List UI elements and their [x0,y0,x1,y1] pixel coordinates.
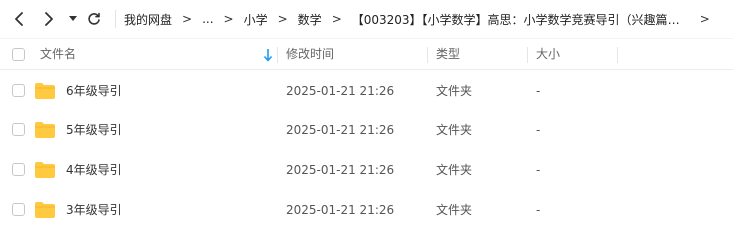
table-row[interactable]: 6年级导引 2025-01-21 21:26 文件夹 - [0,71,733,111]
breadcrumb-item-root[interactable]: 我的网盘 [124,11,172,28]
refresh-icon [88,12,100,25]
row-checkbox[interactable] [12,203,25,216]
table-row[interactable]: 4年级导引 2025-01-21 21:26 文件夹 - [0,150,733,190]
toolbar: 我的网盘 > ... > 小学 > 数学 > 【003203】【小学数学】高思：… [0,0,733,38]
folder-icon [35,202,55,218]
table-header: 文件名 修改时间 类型 大小 [0,38,733,70]
column-divider[interactable] [277,47,278,63]
file-size: - [536,203,541,217]
breadcrumb-item-math[interactable]: 数学 [298,11,322,28]
history-dropdown-button[interactable] [64,10,82,28]
breadcrumb-separator: > [182,12,193,26]
breadcrumb-item-current[interactable]: 【003203】【小学数学】高思：小学数学竞赛导引（兴趣篇拓展篇超越篇... [352,11,690,28]
select-all-checkbox[interactable] [12,48,25,61]
file-name[interactable]: 5年级导引 [66,110,122,150]
row-checkbox[interactable] [12,84,25,97]
row-checkbox[interactable] [12,123,25,136]
breadcrumb-separator: > [277,12,288,26]
file-name[interactable]: 4年级导引 [66,150,122,190]
file-modified: 2025-01-21 21:26 [286,123,395,137]
file-size: - [536,163,541,177]
refresh-button[interactable] [85,10,103,28]
breadcrumb-separator: > [223,12,234,26]
file-modified: 2025-01-21 21:26 [286,203,395,217]
column-header-modified[interactable]: 修改时间 [286,39,334,70]
breadcrumb-separator[interactable]: > [700,12,710,26]
row-checkbox[interactable] [12,163,25,176]
table-row[interactable]: 3年级导引 2025-01-21 21:26 文件夹 - [0,190,733,230]
forward-button[interactable] [40,10,58,28]
folder-icon [35,122,55,138]
chevron-right-icon [45,12,53,26]
file-modified: 2025-01-21 21:26 [286,84,395,98]
column-header-type[interactable]: 类型 [436,39,460,70]
file-size: - [536,123,541,137]
table-row[interactable]: 5年级导引 2025-01-21 21:26 文件夹 - [0,110,733,150]
column-divider[interactable] [617,47,618,63]
file-name[interactable]: 3年级导引 [66,190,122,230]
breadcrumb-separator: > [331,12,342,26]
breadcrumb-item-ellipsis[interactable]: ... [202,12,213,26]
file-type: 文件夹 [436,123,473,137]
back-button[interactable] [10,10,28,28]
file-name[interactable]: 6年级导引 [66,71,122,111]
column-divider[interactable] [427,47,428,63]
file-type: 文件夹 [436,163,473,177]
breadcrumb-item-primary[interactable]: 小学 [244,11,268,28]
caret-down-icon [69,16,77,21]
column-header-size[interactable]: 大小 [536,39,560,70]
file-modified: 2025-01-21 21:26 [286,163,395,177]
file-size: - [536,84,541,98]
file-type: 文件夹 [436,203,473,217]
breadcrumb: 我的网盘 > ... > 小学 > 数学 > 【003203】【小学数学】高思：… [124,0,733,38]
sort-down-arrow-icon[interactable] [263,48,273,62]
file-type: 文件夹 [436,84,473,98]
folder-icon [35,162,55,178]
column-divider[interactable] [527,47,528,63]
toolbar-divider [115,10,116,28]
folder-icon [35,83,55,99]
chevron-left-icon [15,12,23,26]
column-header-name[interactable]: 文件名 [40,39,76,70]
